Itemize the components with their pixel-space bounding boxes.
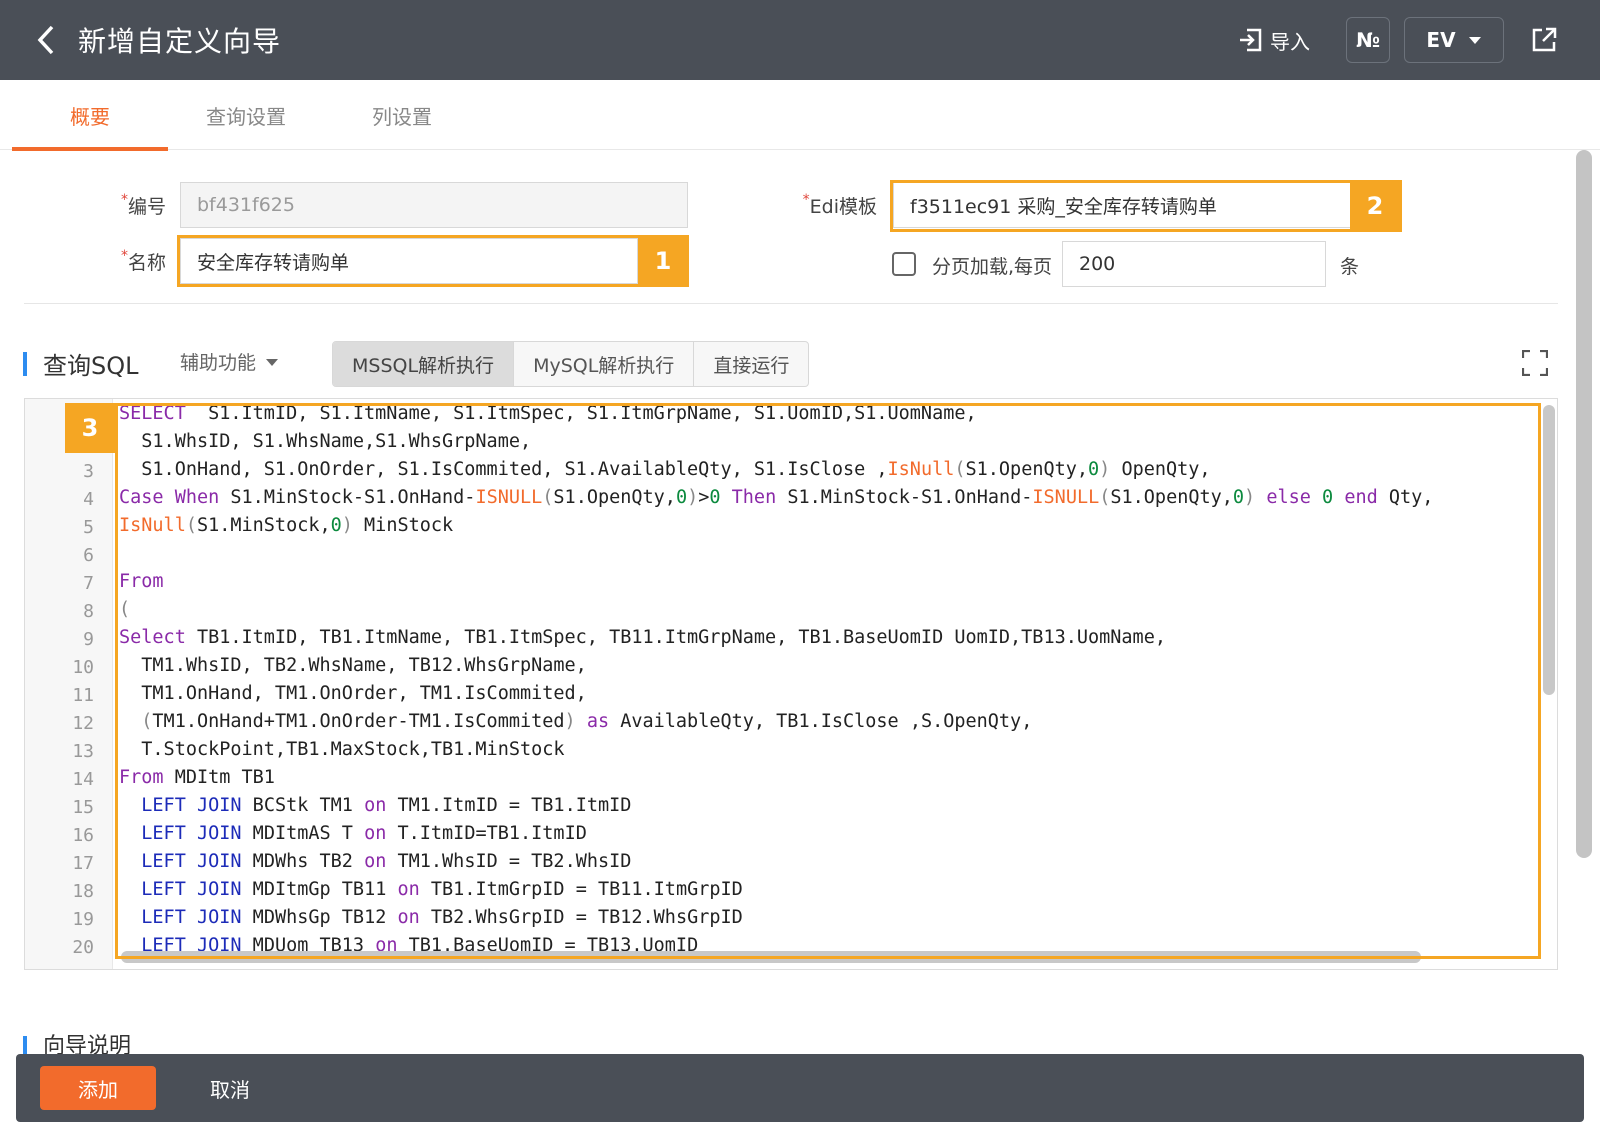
add-button[interactable]: 添加 bbox=[40, 1066, 156, 1110]
form-divider bbox=[24, 303, 1558, 304]
line-number: 20 bbox=[72, 937, 94, 958]
line-number: 9 bbox=[83, 629, 94, 650]
caret-down-icon bbox=[1468, 37, 1481, 44]
paging-checkbox[interactable] bbox=[892, 252, 916, 276]
share-icon[interactable] bbox=[1518, 14, 1570, 66]
edi-template-field[interactable]: f3511ec91 采购_安全库存转请购单 bbox=[893, 182, 1351, 228]
page-title: 新增自定义向导 bbox=[78, 25, 282, 58]
line-number: 14 bbox=[72, 769, 94, 790]
caret-down-icon bbox=[266, 358, 279, 366]
page-size-field[interactable]: 200 bbox=[1062, 241, 1326, 287]
tab-column-settings[interactable]: 列设置 bbox=[324, 80, 480, 150]
mssql-parse-button[interactable]: MSSQL解析执行 bbox=[333, 342, 515, 386]
code-line: TM1.WhsID, TB2.WhsName, TB12.WhsGrpName, bbox=[119, 655, 587, 676]
line-number: 11 bbox=[72, 685, 94, 706]
code-line: (TM1.OnHand+TM1.OnOrder-TM1.IsCommited) … bbox=[141, 711, 1033, 732]
page-scrollbar[interactable] bbox=[1576, 150, 1592, 858]
code-line: IsNull(S1.MinStock,0) MinStock bbox=[119, 515, 454, 536]
callout-number-2: 2 bbox=[1350, 181, 1400, 231]
code-line: LEFT JOIN MDWhs TB2 on TM1.WhsID = TB2.W… bbox=[141, 851, 632, 872]
ev-dropdown[interactable]: EV bbox=[1404, 17, 1504, 63]
line-number: 18 bbox=[72, 881, 94, 902]
line-number: 16 bbox=[72, 825, 94, 846]
execute-button-group: MSSQL解析执行 MySQL解析执行 直接运行 bbox=[332, 341, 810, 387]
code-line: Select TB1.ItmID, TB1.ItmName, TB1.ItmSp… bbox=[119, 627, 1166, 648]
line-number: 10 bbox=[72, 657, 94, 678]
section-marker bbox=[23, 352, 27, 376]
editor-vertical-scrollbar[interactable] bbox=[1543, 405, 1555, 695]
code-line: Case When S1.MinStock-S1.OnHand-ISNULL(S… bbox=[119, 487, 1434, 508]
direct-run-button[interactable]: 直接运行 bbox=[694, 342, 808, 386]
line-number: 17 bbox=[72, 853, 94, 874]
tab-overview[interactable]: 概要 bbox=[12, 80, 168, 151]
fullscreen-icon[interactable] bbox=[1521, 349, 1549, 377]
code-line: S1.WhsID, S1.WhsName,S1.WhsGrpName, bbox=[119, 431, 532, 452]
code-line: LEFT JOIN MDItmAS T on T.ItmID=TB1.ItmID bbox=[141, 823, 587, 844]
sql-editor[interactable]: 1 2 3 4 5 6 7 8 9 10 11 12 13 14 15 16 1… bbox=[24, 398, 1558, 970]
line-number: 3 bbox=[83, 461, 94, 482]
tab-bar: 概要 查询设置 列设置 bbox=[0, 80, 1600, 151]
line-number: 13 bbox=[72, 741, 94, 762]
paging-label: 分页加载,每页 bbox=[932, 256, 1053, 278]
line-number: 5 bbox=[83, 517, 94, 538]
name-field[interactable]: 安全库存转请购单 bbox=[180, 238, 638, 284]
code-line: SELECT S1.ItmID, S1.ItmName, S1.ItmSpec,… bbox=[119, 403, 977, 424]
top-bar: 新增自定义向导 导入 № EV bbox=[0, 0, 1600, 80]
action-bar: 添加 取消 bbox=[16, 1054, 1584, 1122]
code-line: LEFT JOIN MDItmGp TB11 on TB1.ItmGrpID =… bbox=[141, 879, 743, 900]
line-number-gutter: 1 2 3 4 5 6 7 8 9 10 11 12 13 14 15 16 1… bbox=[25, 399, 113, 969]
code-line: LEFT JOIN BCStk TM1 on TM1.ItmID = TB1.I… bbox=[141, 795, 632, 816]
name-label: *名称 bbox=[120, 248, 166, 274]
line-number: 15 bbox=[72, 797, 94, 818]
code-line: T.StockPoint,TB1.MaxStock,TB1.MinStock bbox=[119, 739, 565, 760]
import-icon bbox=[1240, 28, 1262, 52]
code-line: From bbox=[119, 571, 164, 592]
back-arrow-icon[interactable] bbox=[20, 14, 72, 66]
edi-template-label: *Edi模板 bbox=[802, 192, 877, 218]
page-size-unit: 条 bbox=[1340, 256, 1360, 278]
tab-query-settings[interactable]: 查询设置 bbox=[168, 80, 324, 150]
editor-horizontal-scrollbar[interactable] bbox=[121, 951, 1421, 963]
section-marker bbox=[23, 1036, 27, 1054]
line-number: 19 bbox=[72, 909, 94, 930]
code-field[interactable]: bf431f625 bbox=[180, 182, 688, 228]
callout-number-3: 3 bbox=[65, 403, 115, 453]
number-button[interactable]: № bbox=[1346, 17, 1390, 63]
code-line: S1.OnHand, S1.OnOrder, S1.IsCommited, S1… bbox=[119, 459, 1211, 480]
callout-number-1: 1 bbox=[638, 236, 688, 286]
line-number: 12 bbox=[72, 713, 94, 734]
line-number: 4 bbox=[83, 489, 94, 510]
code-line: ( bbox=[119, 599, 131, 620]
line-number: 7 bbox=[83, 573, 94, 594]
line-number: 6 bbox=[83, 545, 94, 566]
code-line: TM1.OnHand, TM1.OnOrder, TM1.IsCommited, bbox=[119, 683, 587, 704]
mysql-parse-button[interactable]: MySQL解析执行 bbox=[514, 342, 695, 386]
code-line: From MDItm TB1 bbox=[119, 767, 275, 788]
code-label: *编号 bbox=[120, 192, 166, 218]
import-label: 导入 bbox=[1270, 29, 1310, 54]
guide-description-title: 向导说明 bbox=[43, 1034, 132, 1054]
assist-dropdown[interactable]: 辅助功能 bbox=[180, 348, 279, 375]
code-line: LEFT JOIN MDWhsGp TB12 on TB2.WhsGrpID =… bbox=[141, 907, 743, 928]
sql-section-title: 查询SQL bbox=[43, 352, 139, 380]
line-number: 8 bbox=[83, 601, 94, 622]
ev-label: EV bbox=[1426, 28, 1456, 52]
import-button[interactable]: 导入 bbox=[1216, 14, 1332, 66]
assist-label: 辅助功能 bbox=[180, 352, 257, 374]
cancel-button[interactable]: 取消 bbox=[210, 1074, 250, 1103]
